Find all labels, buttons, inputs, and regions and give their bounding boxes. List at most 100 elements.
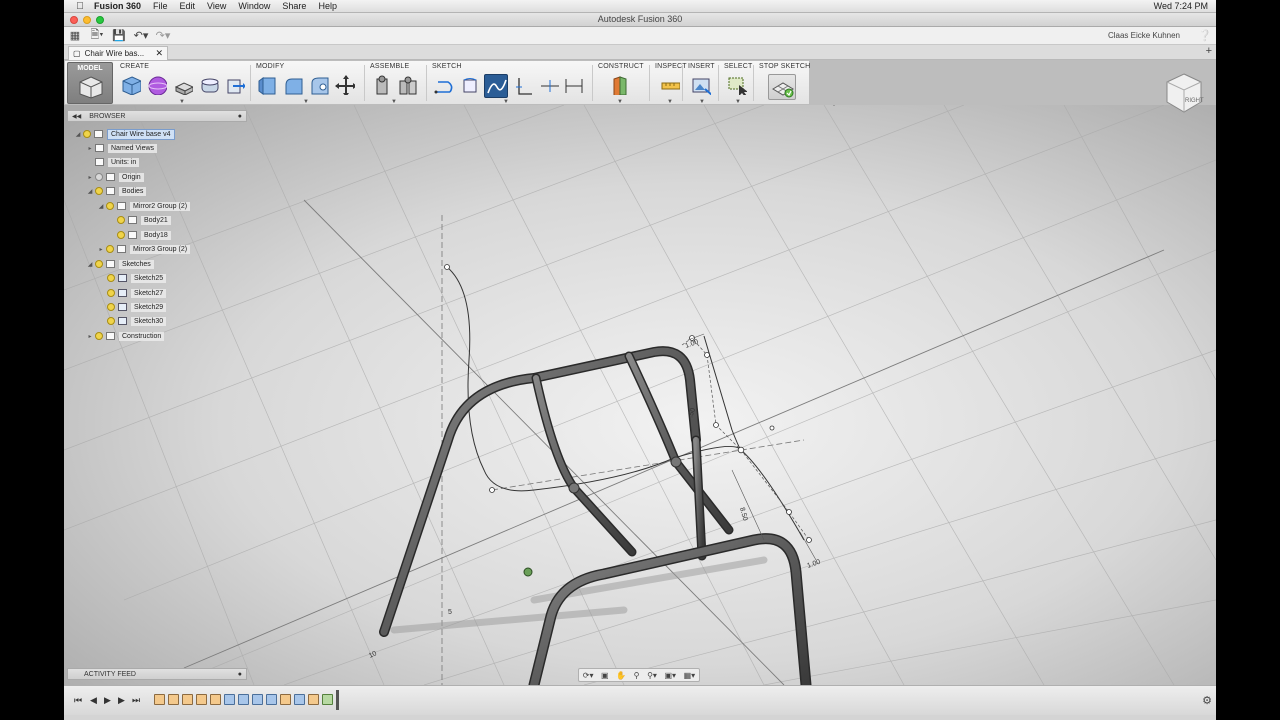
- visibility-bulb-icon[interactable]: [117, 216, 125, 224]
- visibility-bulb-icon[interactable]: [107, 289, 115, 297]
- tree-node-bodies[interactable]: ◢ Bodies: [85, 185, 147, 197]
- display-settings-icon[interactable]: ▣▾: [664, 671, 676, 680]
- as-built-joint-icon[interactable]: [397, 75, 417, 95]
- menu-share[interactable]: Share: [276, 1, 312, 11]
- timeline-feature[interactable]: [168, 694, 179, 705]
- spline-tool-active[interactable]: [484, 74, 508, 98]
- tree-node-body21[interactable]: Body21: [117, 214, 171, 226]
- expand-icon[interactable]: ▸: [85, 145, 95, 152]
- timeline-feature[interactable]: [238, 694, 249, 705]
- close-tab-icon[interactable]: ✕: [155, 48, 163, 59]
- redo-icon[interactable]: ↷▾: [152, 28, 174, 44]
- orbit-icon[interactable]: ⟳▾: [583, 671, 594, 680]
- sketch-project-icon[interactable]: [459, 75, 479, 95]
- go-to-start-icon[interactable]: ⏮: [74, 695, 82, 706]
- dimension-icon[interactable]: [513, 75, 533, 95]
- revolve-icon[interactable]: [199, 75, 219, 95]
- visibility-bulb-icon[interactable]: [107, 274, 115, 282]
- file-menu-icon[interactable]: 🗎▾: [86, 28, 108, 44]
- timeline-feature[interactable]: [224, 694, 235, 705]
- save-icon[interactable]: 💾: [108, 28, 130, 44]
- sketch-dimension-icon[interactable]: [563, 75, 583, 95]
- constraint-icon[interactable]: [539, 75, 559, 95]
- collapse-browser-icon[interactable]: ◀◀: [72, 113, 81, 120]
- activity-feed-header[interactable]: ACTIVITY FEED ●: [67, 668, 247, 680]
- new-box-icon[interactable]: [121, 75, 141, 95]
- browser-header[interactable]: ◀◀ BROWSER ●: [67, 110, 247, 122]
- expand-icon[interactable]: ▸: [85, 333, 95, 340]
- sketch-point[interactable]: [523, 567, 533, 577]
- step-forward-icon[interactable]: ▶: [118, 695, 125, 706]
- menu-file[interactable]: File: [147, 1, 174, 11]
- shell-icon[interactable]: [309, 75, 329, 95]
- timeline-settings-icon[interactable]: ⚙: [1202, 694, 1212, 707]
- doc-tab[interactable]: ▢ Chair Wire bas... ✕: [68, 46, 168, 60]
- new-tab-icon[interactable]: +: [1206, 45, 1212, 57]
- tree-node-sketch29[interactable]: Sketch29: [107, 301, 167, 313]
- tree-node-sketch25[interactable]: Sketch25: [107, 272, 167, 284]
- collapse-icon[interactable]: ◢: [85, 188, 95, 195]
- visibility-bulb-icon[interactable]: [107, 303, 115, 311]
- grid-settings-icon[interactable]: ▦▾: [684, 671, 696, 680]
- expand-icon[interactable]: ▸: [85, 174, 95, 181]
- visibility-bulb-icon[interactable]: [117, 231, 125, 239]
- timeline-feature[interactable]: [280, 694, 291, 705]
- menu-window[interactable]: Window: [232, 1, 276, 11]
- menu-help[interactable]: Help: [312, 1, 343, 11]
- collapse-icon[interactable]: ◢: [73, 131, 83, 138]
- timeline-feature[interactable]: [252, 694, 263, 705]
- collapse-icon[interactable]: ◢: [85, 261, 95, 268]
- timeline-feature[interactable]: [210, 694, 221, 705]
- tree-root[interactable]: ◢ Chair Wire base v4: [73, 128, 175, 140]
- stop-sketch-button[interactable]: [768, 74, 796, 100]
- tree-node-sketches[interactable]: ◢ Sketches: [85, 258, 154, 270]
- pin-icon[interactable]: ●: [238, 113, 242, 120]
- move-icon[interactable]: [335, 75, 355, 95]
- visibility-bulb-icon[interactable]: [106, 202, 114, 210]
- help-icon[interactable]: ❔: [1194, 29, 1216, 42]
- fit-icon[interactable]: ⚲▾: [647, 671, 657, 680]
- visibility-bulb-icon[interactable]: [83, 130, 91, 138]
- collapse-icon[interactable]: ◢: [96, 203, 106, 210]
- pin-icon[interactable]: ●: [238, 671, 242, 678]
- look-at-icon[interactable]: ▣: [601, 671, 609, 680]
- go-to-end-icon[interactable]: ⏭: [132, 695, 140, 706]
- sweep-icon[interactable]: [225, 75, 245, 95]
- joint-icon[interactable]: [371, 75, 391, 95]
- play-icon[interactable]: ▶: [104, 695, 111, 706]
- step-back-icon[interactable]: ◀: [90, 695, 97, 706]
- timeline-feature[interactable]: [308, 694, 319, 705]
- sphere-icon[interactable]: [147, 75, 167, 95]
- tree-node-body18[interactable]: Body18: [117, 229, 171, 241]
- app-grid-icon[interactable]: ▦: [64, 28, 86, 44]
- tree-node-origin[interactable]: ▸ Origin: [85, 171, 144, 183]
- press-pull-icon[interactable]: [257, 75, 277, 95]
- expand-icon[interactable]: ▸: [96, 246, 106, 253]
- view-cube[interactable]: RIGHT: [1164, 72, 1204, 116]
- menu-view[interactable]: View: [201, 1, 232, 11]
- offset-plane-icon[interactable]: [609, 75, 629, 95]
- timeline-feature[interactable]: [182, 694, 193, 705]
- user-account[interactable]: Claas Eicke Kuhnen: [1108, 31, 1194, 40]
- menu-app-name[interactable]: Fusion 360: [88, 1, 147, 11]
- apple-icon[interactable]: : [72, 1, 88, 12]
- timeline-feature[interactable]: [154, 694, 165, 705]
- menu-edit[interactable]: Edit: [174, 1, 202, 11]
- sketch-line-icon[interactable]: [433, 75, 453, 95]
- extrude-icon[interactable]: [173, 75, 193, 95]
- visibility-bulb-icon[interactable]: [107, 317, 115, 325]
- visibility-bulb-icon[interactable]: [95, 173, 103, 181]
- fillet-icon[interactable]: [283, 75, 303, 95]
- timeline-feature[interactable]: [294, 694, 305, 705]
- workspace-switcher[interactable]: MODEL: [67, 62, 113, 104]
- visibility-bulb-icon[interactable]: [95, 187, 103, 195]
- tree-node-units[interactable]: Units: in: [95, 156, 140, 168]
- menubar-clock[interactable]: Wed 7:24 PM: [1154, 1, 1208, 11]
- select-icon[interactable]: [727, 75, 747, 95]
- pan-icon[interactable]: ✋: [616, 671, 626, 680]
- tree-node-sketch30[interactable]: Sketch30: [107, 315, 167, 327]
- visibility-bulb-icon[interactable]: [106, 245, 114, 253]
- measure-icon[interactable]: [660, 75, 680, 95]
- zoom-icon[interactable]: ⚲: [634, 671, 640, 680]
- tree-node-named-views[interactable]: ▸ Named Views: [85, 142, 158, 154]
